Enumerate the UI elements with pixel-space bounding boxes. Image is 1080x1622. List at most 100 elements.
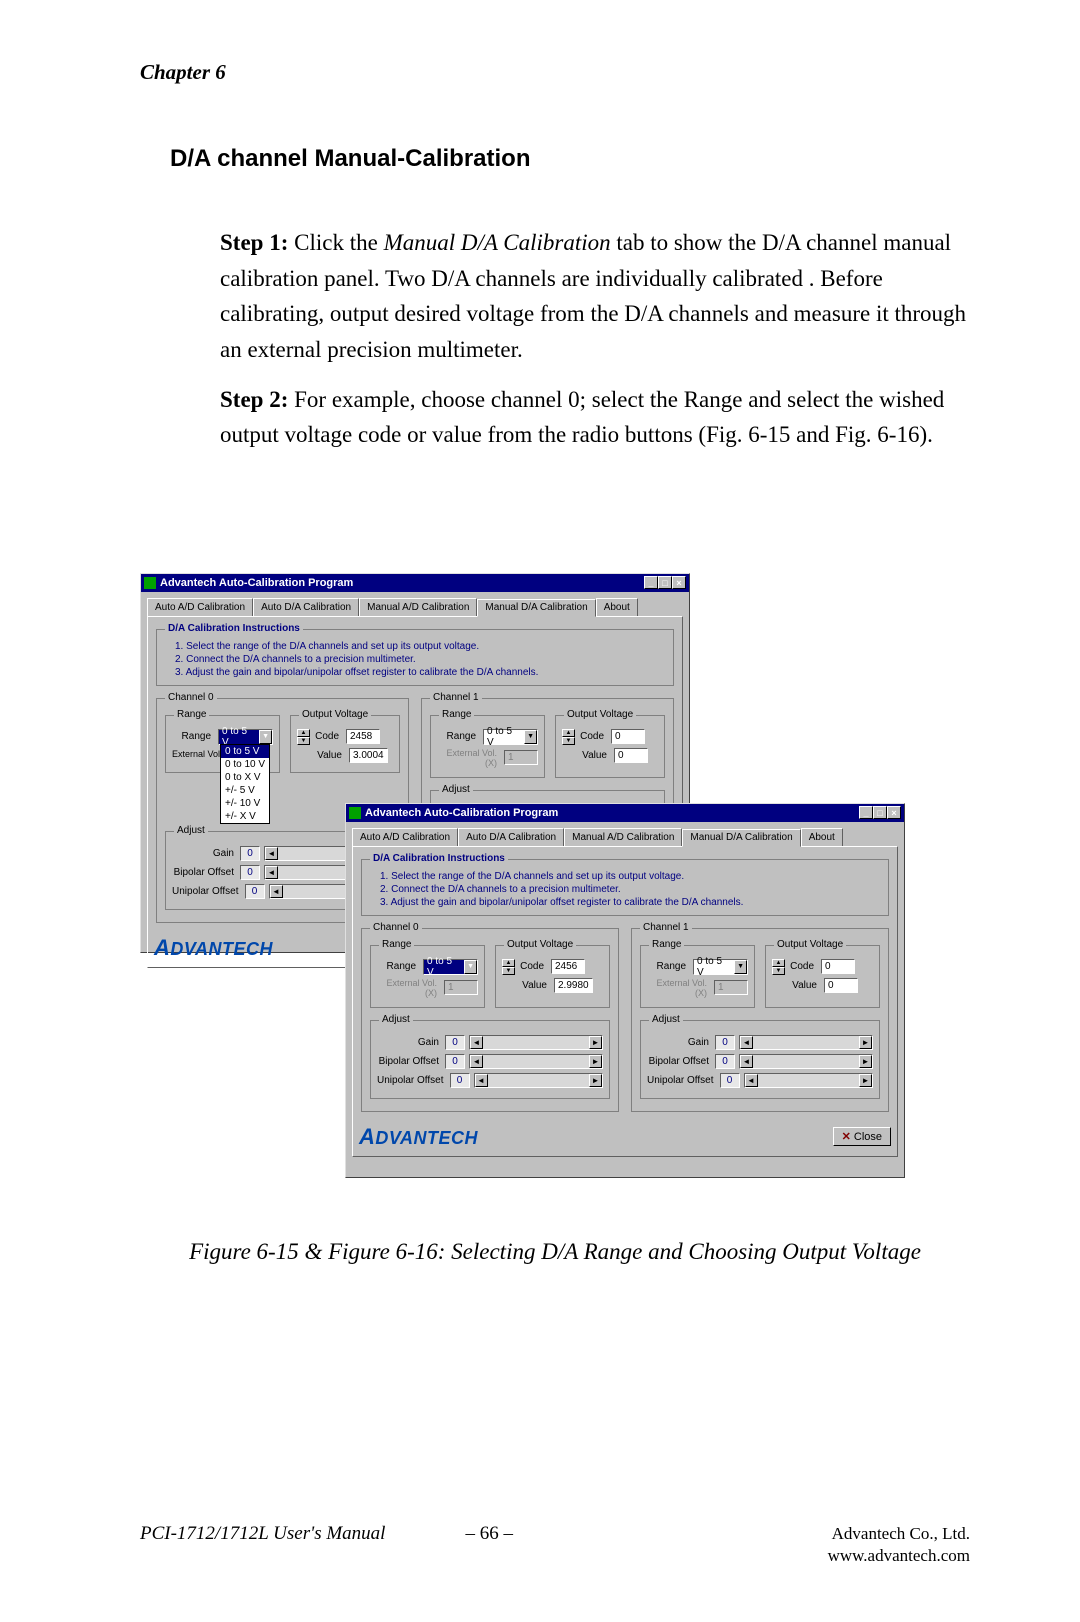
maximize-button[interactable]: □: [658, 576, 672, 589]
bipolar-value-ch1: 0: [715, 1054, 735, 1069]
right-arrow-icon[interactable]: ►: [589, 1074, 602, 1087]
external-input-ch1: 1: [714, 980, 748, 995]
range-label: Range: [647, 961, 689, 972]
gain-label: Gain: [647, 1037, 711, 1048]
bipolar-scrollbar-ch1[interactable]: ◄►: [739, 1054, 873, 1069]
instruction-3: 3. Adjust the gain and bipolar/unipolar …: [175, 666, 667, 679]
gain-scrollbar-ch0[interactable]: ◄►: [469, 1035, 603, 1050]
close-button[interactable]: ×: [887, 806, 901, 819]
titlebar[interactable]: Advantech Auto-Calibration Program _ □ ×: [346, 804, 904, 822]
unipolar-scrollbar-ch0[interactable]: ◄►: [474, 1073, 603, 1088]
spin-up-icon[interactable]: ▲: [772, 959, 785, 967]
code-spinner-ch1[interactable]: ▲ ▼: [562, 729, 575, 745]
code-spinner-ch1[interactable]: ▲ ▼: [772, 959, 785, 975]
tab-manual-ad[interactable]: Manual A/D Calibration: [564, 828, 682, 846]
left-arrow-icon[interactable]: ◄: [745, 1074, 758, 1087]
spin-down-icon[interactable]: ▼: [502, 967, 515, 975]
tab-auto-ad[interactable]: Auto A/D Calibration: [147, 598, 253, 616]
range-label: Range: [172, 731, 214, 742]
tab-manual-da[interactable]: Manual D/A Calibration: [477, 599, 595, 617]
spin-up-icon[interactable]: ▲: [297, 729, 310, 737]
tab-manual-ad[interactable]: Manual A/D Calibration: [359, 598, 477, 616]
range-group-ch1: Range 0 to 5 V ▼ External Vol.(X) 1: [640, 945, 755, 1008]
range-opt-4[interactable]: +/- 10 V: [221, 797, 269, 810]
right-arrow-icon[interactable]: ►: [859, 1055, 872, 1068]
bipolar-scrollbar-ch0[interactable]: ◄►: [469, 1054, 603, 1069]
value-input-ch1[interactable]: 0: [824, 978, 858, 993]
instruction-1: 1. Select the range of the D/A channels …: [175, 640, 667, 653]
range-dropdown-ch0[interactable]: 0 to 5 V ▼: [218, 729, 273, 745]
close-panel-button[interactable]: ✕Close: [833, 1127, 891, 1146]
range-opt-0[interactable]: 0 to 5 V: [221, 745, 269, 758]
gain-label: Gain: [377, 1037, 441, 1048]
tab-auto-da[interactable]: Auto D/A Calibration: [253, 598, 359, 616]
spin-down-icon[interactable]: ▼: [297, 737, 310, 745]
range-opt-3[interactable]: +/- 5 V: [221, 784, 269, 797]
code-label: Code: [314, 731, 342, 742]
range-dropdown-list[interactable]: 0 to 5 V 0 to 10 V 0 to X V +/- 5 V +/- …: [220, 744, 270, 824]
bipolar-value-ch0: 0: [445, 1054, 465, 1069]
left-arrow-icon[interactable]: ◄: [265, 847, 278, 860]
left-arrow-icon[interactable]: ◄: [740, 1036, 753, 1049]
adjust-group-ch0: Gain 0 ◄► Bipolar Offset 0 ◄► Unipolar O…: [370, 1020, 610, 1099]
right-arrow-icon[interactable]: ►: [589, 1036, 602, 1049]
spin-down-icon[interactable]: ▼: [562, 737, 575, 745]
spin-up-icon[interactable]: ▲: [502, 959, 515, 967]
chevron-down-icon[interactable]: ▼: [259, 730, 272, 744]
value-input-ch1[interactable]: 0: [614, 748, 648, 763]
instruction-1: 1. Select the range of the D/A channels …: [380, 870, 882, 883]
tab-auto-da[interactable]: Auto D/A Calibration: [458, 828, 564, 846]
tabs: Auto A/D Calibration Auto D/A Calibratio…: [147, 598, 683, 616]
range-opt-1[interactable]: 0 to 10 V: [221, 758, 269, 771]
range-opt-5[interactable]: +/- X V: [221, 810, 269, 823]
tab-about[interactable]: About: [596, 598, 638, 616]
code-spinner-ch0[interactable]: ▲ ▼: [297, 729, 310, 745]
left-arrow-icon[interactable]: ◄: [470, 1055, 483, 1068]
range-group-ch1: Range 0 to 5 V ▼ External Vol.(X) 1: [430, 715, 545, 778]
right-arrow-icon[interactable]: ►: [859, 1074, 872, 1087]
value-input-ch0[interactable]: 3.0004: [349, 748, 388, 763]
external-label: External Vol.(X): [647, 978, 710, 998]
range-dropdown-ch1[interactable]: 0 to 5 V ▼: [483, 729, 538, 745]
minimize-button[interactable]: _: [859, 806, 873, 819]
code-input-ch0[interactable]: 2456: [551, 959, 585, 974]
right-arrow-icon[interactable]: ►: [859, 1036, 872, 1049]
spin-up-icon[interactable]: ▲: [562, 729, 575, 737]
minimize-button[interactable]: _: [644, 576, 658, 589]
range-dropdown-ch0[interactable]: 0 to 5 V ▼: [423, 959, 478, 975]
output-group-ch1: ▲ ▼ Code 0 Value 0: [765, 945, 880, 1008]
left-arrow-icon[interactable]: ◄: [470, 1036, 483, 1049]
range-group-ch0: Range 0 to 5 V ▼ External Vol.(X) 1: [370, 945, 485, 1008]
left-arrow-icon[interactable]: ◄: [265, 866, 278, 879]
value-input-ch0[interactable]: 2.9980: [554, 978, 593, 993]
code-input-ch0[interactable]: 2458: [346, 729, 380, 744]
right-arrow-icon[interactable]: ►: [589, 1055, 602, 1068]
code-input-ch1[interactable]: 0: [821, 959, 855, 974]
tab-auto-ad[interactable]: Auto A/D Calibration: [352, 828, 458, 846]
spin-down-icon[interactable]: ▼: [772, 967, 785, 975]
close-button-label: Close: [854, 1131, 882, 1143]
unipolar-scrollbar-ch1[interactable]: ◄►: [744, 1073, 873, 1088]
range-opt-2[interactable]: 0 to X V: [221, 771, 269, 784]
chevron-down-icon[interactable]: ▼: [464, 960, 477, 974]
left-arrow-icon[interactable]: ◄: [475, 1074, 488, 1087]
left-arrow-icon[interactable]: ◄: [270, 885, 283, 898]
code-spinner-ch0[interactable]: ▲ ▼: [502, 959, 515, 975]
close-button[interactable]: ×: [672, 576, 686, 589]
code-label: Code: [519, 961, 547, 972]
gain-scrollbar-ch1[interactable]: ◄►: [739, 1035, 873, 1050]
tab-manual-da[interactable]: Manual D/A Calibration: [682, 829, 800, 847]
chevron-down-icon[interactable]: ▼: [524, 730, 537, 744]
chevron-down-icon[interactable]: ▼: [734, 960, 747, 974]
chapter-header: Chapter 6: [140, 60, 970, 85]
titlebar[interactable]: Advantech Auto-Calibration Program _ □ ×: [141, 574, 689, 592]
left-arrow-icon[interactable]: ◄: [740, 1055, 753, 1068]
range-dropdown-ch1[interactable]: 0 to 5 V ▼: [693, 959, 748, 975]
tab-about[interactable]: About: [801, 828, 843, 846]
instruction-2: 2. Connect the D/A channels to a precisi…: [380, 883, 882, 896]
step-1-pre: Click the: [288, 230, 383, 255]
step-1-italic: Manual D/A Calibration: [384, 230, 611, 255]
maximize-button[interactable]: □: [873, 806, 887, 819]
range-label: Range: [377, 961, 419, 972]
code-input-ch1[interactable]: 0: [611, 729, 645, 744]
